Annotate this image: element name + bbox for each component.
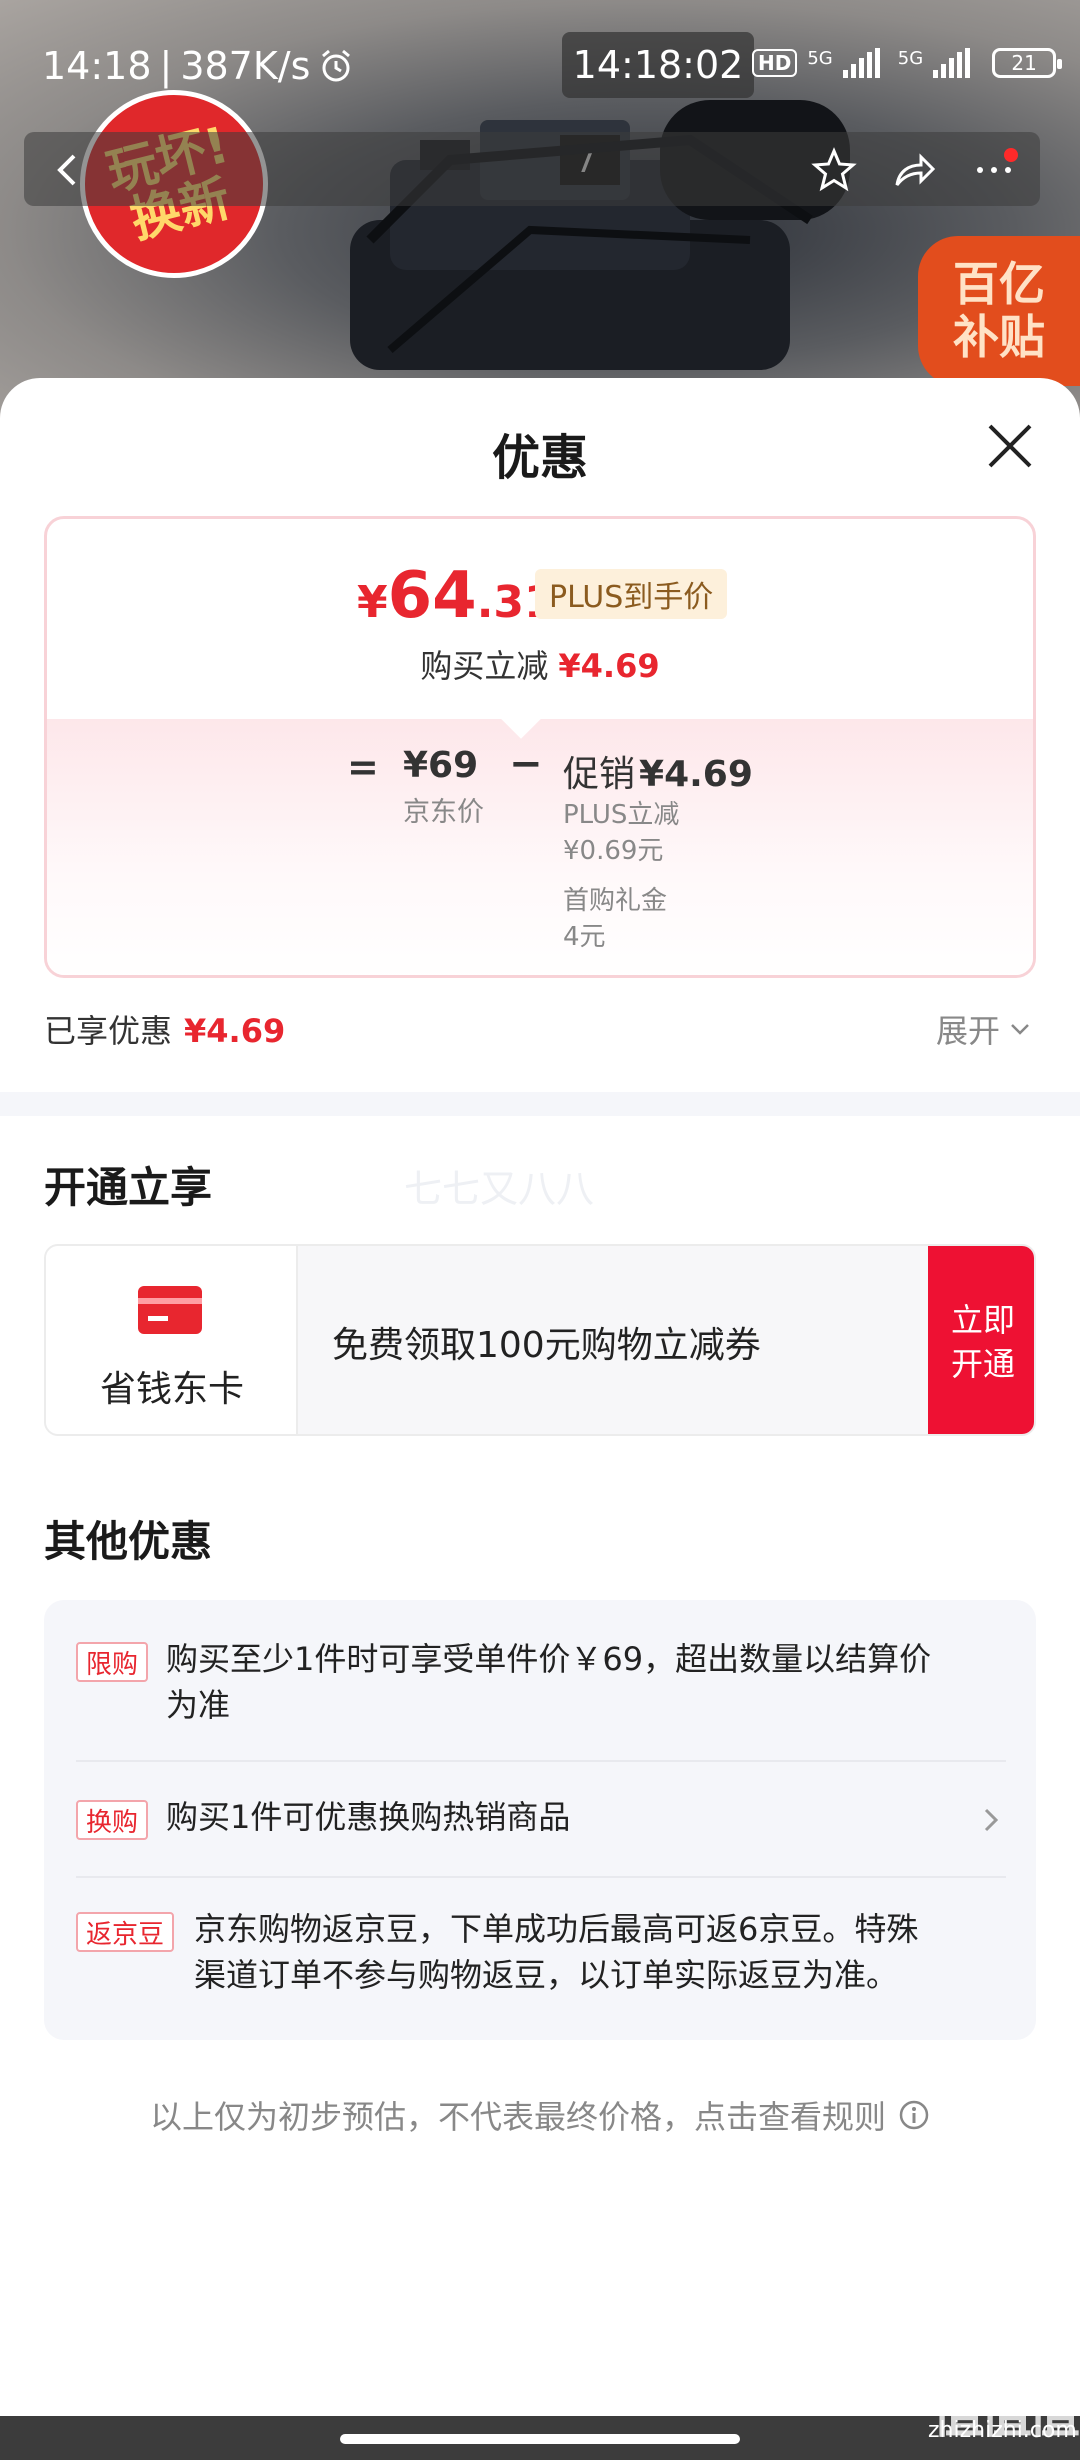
final-price: ¥ 64 .31 xyxy=(357,559,555,633)
back-button[interactable] xyxy=(38,140,98,200)
signal-icon-2 xyxy=(933,48,971,78)
share-button[interactable] xyxy=(886,142,942,198)
enjoyed-value: ¥4.69 xyxy=(184,1012,286,1050)
signal-icon-1 xyxy=(842,48,880,78)
open-now-button[interactable]: 立即 开通 xyxy=(928,1246,1034,1434)
plus-price-tag: PLUS到手价 xyxy=(535,569,728,619)
expand-label: 展开 xyxy=(936,1012,1001,1050)
open-section-title: 开通立享 xyxy=(44,1163,213,1212)
offer-divider xyxy=(76,1760,1006,1762)
other-offers-list: 限购 购买至少1件时可享受单件价￥69，超出数量以结算价 为准 换购 购买1件可… xyxy=(44,1600,1036,2040)
alarm-icon xyxy=(322,49,351,82)
price-breakdown-card: ¥ 64 .31 PLUS到手价 购买立减 ¥4.69 = ¥69 京东价 − 促… xyxy=(44,516,1036,978)
offer-text-beans: 京东购物返京豆，下单成功后最高可返6京豆。特殊 渠道订单不参与购物返豆，以订单实… xyxy=(194,1910,919,1994)
offer-item-limit: 限购 购买至少1件时可享受单件价￥69，超出数量以结算价 为准 xyxy=(76,1636,1006,1736)
more-button[interactable] xyxy=(966,142,1022,198)
offer-text-limit: 购买至少1件时可享受单件价￥69，超出数量以结算价 为准 xyxy=(166,1640,932,1724)
card-brand: 省钱东卡 xyxy=(46,1246,298,1434)
currency-symbol: ¥ xyxy=(357,577,388,628)
home-indicator[interactable] xyxy=(340,2434,740,2444)
info-icon xyxy=(899,2100,929,2130)
base-price-block: ¥69 京东价 xyxy=(403,745,484,829)
close-button[interactable] xyxy=(980,416,1040,476)
discount-sheet: 优惠 ¥ 64 .31 PLUS到手价 购买立减 ¥4.69 = ¥69 京东价 … xyxy=(0,378,1080,2460)
notification-dot xyxy=(1004,148,1018,162)
base-price: ¥69 xyxy=(403,745,479,786)
close-icon xyxy=(988,424,1032,468)
chevron-right-icon xyxy=(984,1808,999,1832)
product-image-background: 7 玩坏! 换新 百亿 补贴 14:18 | 387K/s 14:18:02 H… xyxy=(0,0,1080,420)
open-now-line1: 立即 xyxy=(950,1301,1015,1339)
status-time: 14:18 xyxy=(42,44,152,88)
instant-discount-value: ¥4.69 xyxy=(558,647,660,685)
battery-level: 21 xyxy=(1011,51,1037,75)
instant-discount-label: 购买立减 xyxy=(420,647,549,685)
promo-label: 促销 xyxy=(563,754,636,795)
status-speed: 387K/s xyxy=(180,44,311,88)
badge-subsidy: 百亿 补贴 xyxy=(918,236,1080,386)
faint-watermark-text: 七七又八八 xyxy=(404,1167,595,1211)
battery-icon: 21 xyxy=(992,48,1063,78)
enjoyed-discount: 已享优惠 ¥4.69 xyxy=(44,1006,285,1052)
other-section-title: 其他优惠 xyxy=(44,1517,213,1566)
instant-discount-line: 购买立减 ¥4.69 xyxy=(47,641,1033,687)
enjoyed-label: 已享优惠 xyxy=(44,1012,173,1050)
plus-discount-label: PLUS立减 xyxy=(563,800,680,830)
card-name: 省钱东卡 xyxy=(99,1369,244,1410)
base-price-label: 京东价 xyxy=(403,797,484,828)
expand-button[interactable]: 展开 xyxy=(936,1006,1032,1052)
plus-discount-value: ¥0.69元 xyxy=(563,836,664,866)
footer-note-text: 以上仅为初步预估，不代表最终价格，点击查看规则 xyxy=(149,2098,886,2136)
status-bar: 14:18 | 387K/s 14:18:02 HD 5G 5G 21 xyxy=(0,0,1080,130)
star-icon xyxy=(811,147,857,192)
first-purchase-value: 4元 xyxy=(563,922,606,952)
minus-sign: − xyxy=(509,741,543,787)
first-purchase-label: 首购礼金 xyxy=(563,886,668,916)
promo-value: ¥4.69 xyxy=(639,754,753,795)
offer-tag-beans: 返京豆 xyxy=(76,1912,175,1952)
offer-tag-limit: 限购 xyxy=(76,1642,149,1682)
price-integer: 64 xyxy=(387,559,477,633)
hd-badge: HD xyxy=(752,49,798,77)
site-watermark: zhizhizhi.com xyxy=(928,2418,1077,2443)
status-separator: | xyxy=(159,44,173,88)
status-clock: 14:18:02 xyxy=(562,32,754,98)
chevron-left-icon xyxy=(57,154,76,186)
equals-sign: = xyxy=(347,745,379,789)
chevron-down-icon xyxy=(1011,1024,1029,1035)
open-now-line2: 开通 xyxy=(950,1345,1015,1383)
offer-divider xyxy=(76,1876,1006,1878)
sheet-title: 优惠 xyxy=(491,430,588,486)
favorite-button[interactable] xyxy=(806,142,862,198)
network-type-2: 5G xyxy=(897,48,924,69)
credit-card-icon xyxy=(138,1286,202,1334)
price-calculation: = ¥69 京东价 − 促销 ¥4.69 PLUS立减 ¥0.69元 首购礼金 4… xyxy=(47,699,1033,975)
card-description: 免费领取100元购物立减券 xyxy=(332,1325,761,1366)
section-divider xyxy=(0,1092,1080,1116)
promo-block: 促销 ¥4.69 PLUS立减 ¥0.69元 首购礼金 4元 xyxy=(563,745,753,955)
offer-tag-exchange: 换购 xyxy=(76,1800,149,1840)
network-type-1: 5G xyxy=(807,48,833,69)
money-saving-card[interactable]: 省钱东卡 免费领取100元购物立减券 立即 开通 xyxy=(44,1244,1036,1436)
product-nav-bar xyxy=(24,132,1040,206)
offer-item-beans: 返京豆 京东购物返京豆，下单成功后最高可返6京豆。特殊 渠道订单不参与购物返豆，… xyxy=(76,1906,1006,2006)
final-price-section: ¥ 64 .31 PLUS到手价 购买立减 ¥4.69 xyxy=(47,519,1033,719)
share-icon xyxy=(895,153,936,186)
offer-text-exchange: 购买1件可优惠换购热销商品 xyxy=(166,1798,571,1836)
estimate-rules-link[interactable]: 以上仅为初步预估，不代表最终价格，点击查看规则 xyxy=(0,2092,1080,2138)
offer-item-exchange[interactable]: 换购 购买1件可优惠换购热销商品 xyxy=(76,1794,1006,1846)
